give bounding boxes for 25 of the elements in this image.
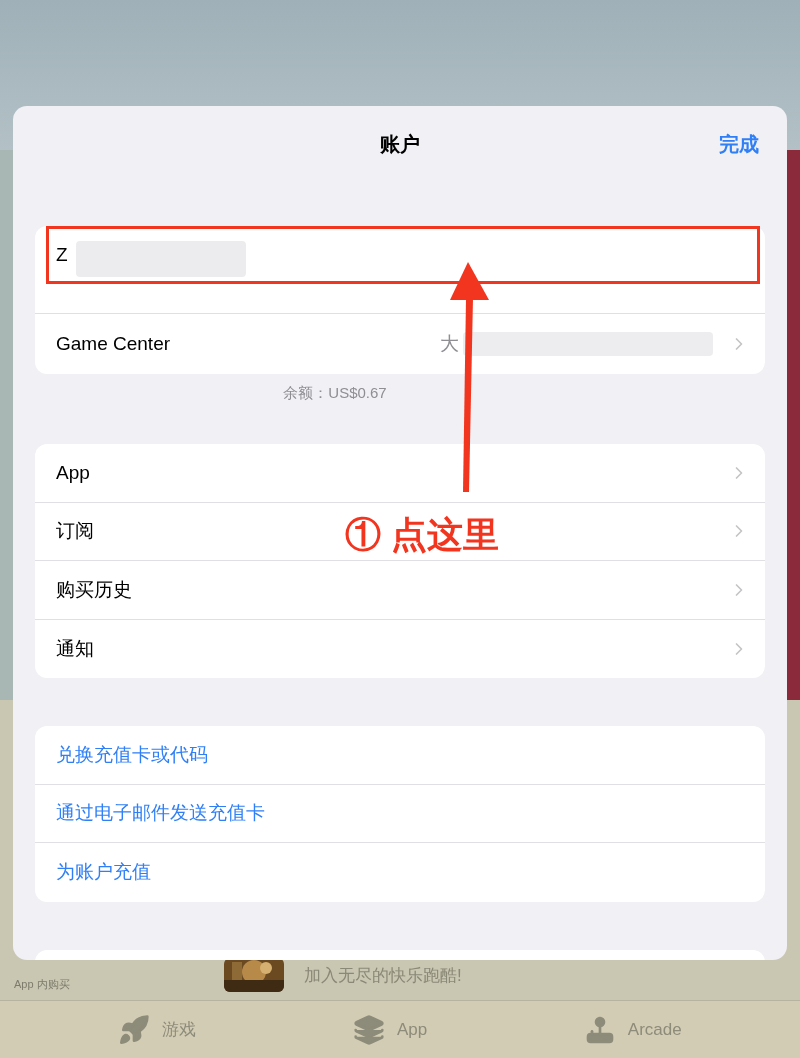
tab-bar-item[interactable]: App bbox=[352, 1013, 428, 1046]
annotation-text: ① 点这里 bbox=[345, 513, 499, 557]
game-center-label: Game Center bbox=[56, 331, 171, 356]
rocket-icon bbox=[118, 1013, 151, 1046]
menu-row[interactable]: 通知 bbox=[35, 619, 765, 678]
done-button[interactable]: 完成 bbox=[719, 129, 759, 159]
highlight-frame[interactable]: Z bbox=[46, 226, 760, 284]
action-link[interactable]: 通过电子邮件发送充值卡 bbox=[56, 799, 265, 828]
promo-text: 加入无尽的快乐跑酷! bbox=[304, 964, 462, 987]
game-center-value: 大 bbox=[440, 331, 459, 356]
menu-label: 通知 bbox=[56, 636, 94, 661]
stack-icon bbox=[352, 1013, 385, 1046]
balance-text: 余额：US$0.67 bbox=[283, 382, 387, 403]
menu-label: 购买历史 bbox=[56, 577, 132, 602]
action-link[interactable]: 兑换充值卡或代码 bbox=[56, 740, 208, 769]
in-app-purchase-label: App 内购买 bbox=[14, 976, 71, 992]
action-link[interactable]: 为账户充值 bbox=[56, 858, 151, 887]
tab-bar-item[interactable]: 游戏 bbox=[118, 1013, 197, 1046]
game-center-row[interactable]: Game Center 大 bbox=[35, 314, 765, 374]
tab-bar-item[interactable]: Arcade bbox=[583, 1013, 682, 1046]
menu-label: 订阅 bbox=[56, 519, 94, 543]
menu-label: App bbox=[56, 460, 90, 485]
window-title: 账户 bbox=[380, 132, 420, 157]
account-name: Z bbox=[56, 243, 68, 267]
menu-row[interactable]: 购买历史 bbox=[35, 561, 765, 620]
